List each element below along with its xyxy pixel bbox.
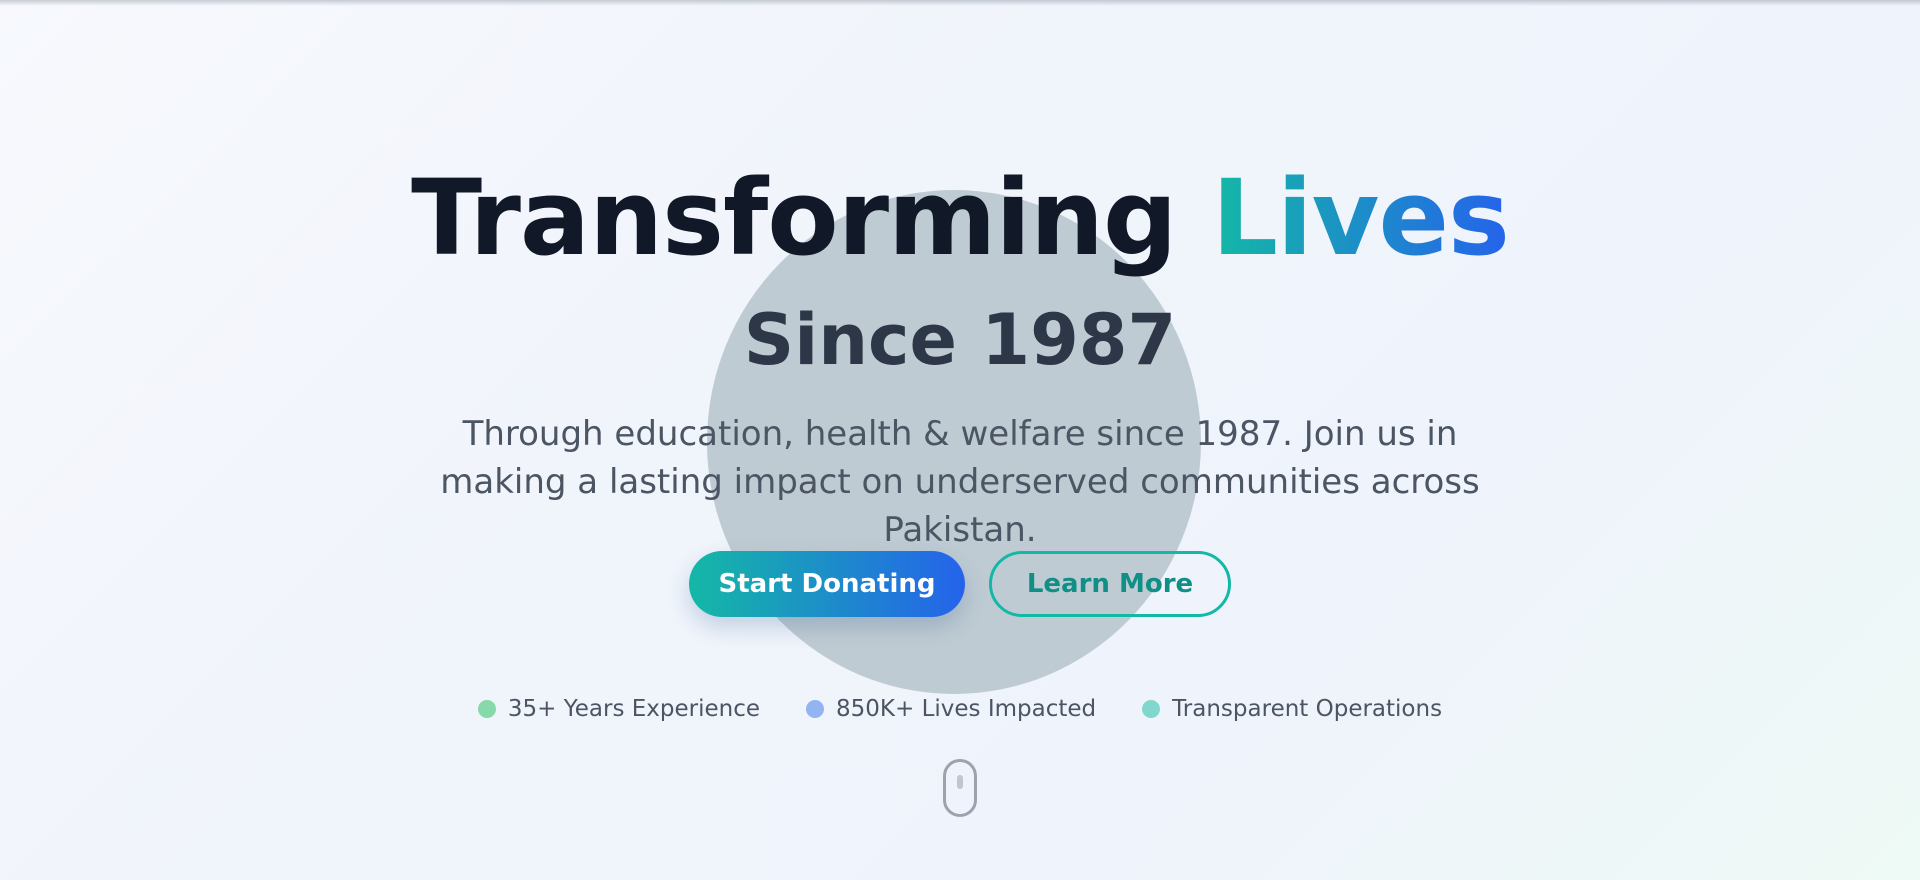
hero-stats: 35+ Years Experience 850K+ Lives Impacte… xyxy=(0,694,1920,724)
stat-label: Transparent Operations xyxy=(1172,696,1443,722)
stat-label: 850K+ Lives Impacted xyxy=(836,696,1097,722)
green-dot-icon xyxy=(477,700,496,718)
start-donating-button[interactable]: Start Donating xyxy=(689,551,965,617)
stat-item-lives-impacted: 850K+ Lives Impacted xyxy=(806,694,1096,724)
hero-description: Through education, health & welfare sinc… xyxy=(440,414,1480,550)
mouse-scroll-icon[interactable] xyxy=(943,759,977,817)
blue-dot-icon xyxy=(806,700,825,718)
hero-subheadline: Since 1987 xyxy=(743,299,1177,381)
headline-main-text: Transforming xyxy=(411,157,1177,279)
teal-dot-icon xyxy=(1142,700,1161,718)
hero-headline: Transforming Lives xyxy=(0,148,1920,288)
learn-more-button[interactable]: Learn More xyxy=(989,551,1231,617)
stat-label: 35+ Years Experience xyxy=(507,696,761,722)
headline-accent-text: Lives xyxy=(1211,157,1510,279)
stat-item-transparency: Transparent Operations xyxy=(1142,694,1442,724)
hero-section: Transforming Lives Since 1987 Through ed… xyxy=(0,0,1920,880)
hero-actions: Start Donating Learn More xyxy=(689,551,1231,617)
scroll-wheel-icon xyxy=(957,775,963,789)
stat-item-experience: 35+ Years Experience xyxy=(477,694,761,724)
